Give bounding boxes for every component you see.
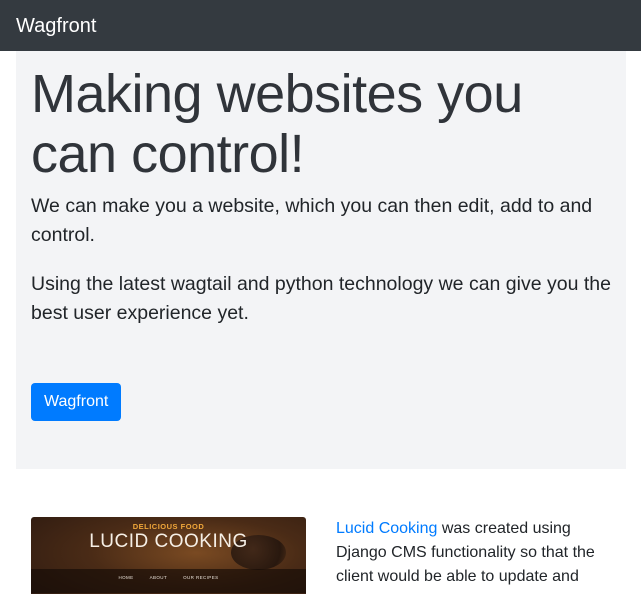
wagfront-button[interactable]: Wagfront — [31, 383, 122, 421]
hero-lead-text-2: Using the latest wagtail and python tech… — [31, 273, 611, 324]
project-description: Lucid Cooking was created using Django C… — [336, 517, 621, 589]
navbar-brand-link[interactable]: Wagfront — [16, 14, 96, 38]
screenshot-title: LUCID COOKING — [89, 531, 248, 552]
screenshot-kicker: DELICIOUS FOOD — [132, 522, 205, 531]
hero-heading: Making websites you can control! — [31, 64, 523, 184]
screenshot-nav-item: OUR RECIPES — [183, 575, 219, 580]
lucid-cooking-screenshot[interactable]: DELICIOUS FOOD LUCID COOKING HOME ABOUT … — [31, 517, 306, 594]
screenshot-nav-item: ABOUT — [149, 575, 168, 580]
screenshot-nav-band — [31, 569, 306, 593]
hero-jumbotron: Making websites you can control! We can … — [16, 51, 626, 469]
top-navbar: Wagfront — [0, 0, 641, 51]
screenshot-nav-menu: HOME ABOUT OUR RECIPES — [31, 575, 306, 580]
lucid-cooking-link[interactable]: Lucid Cooking — [336, 520, 437, 537]
screenshot-nav-item: HOME — [118, 575, 134, 580]
hero-lead-text: We can make you a website, which you can… — [31, 195, 593, 246]
